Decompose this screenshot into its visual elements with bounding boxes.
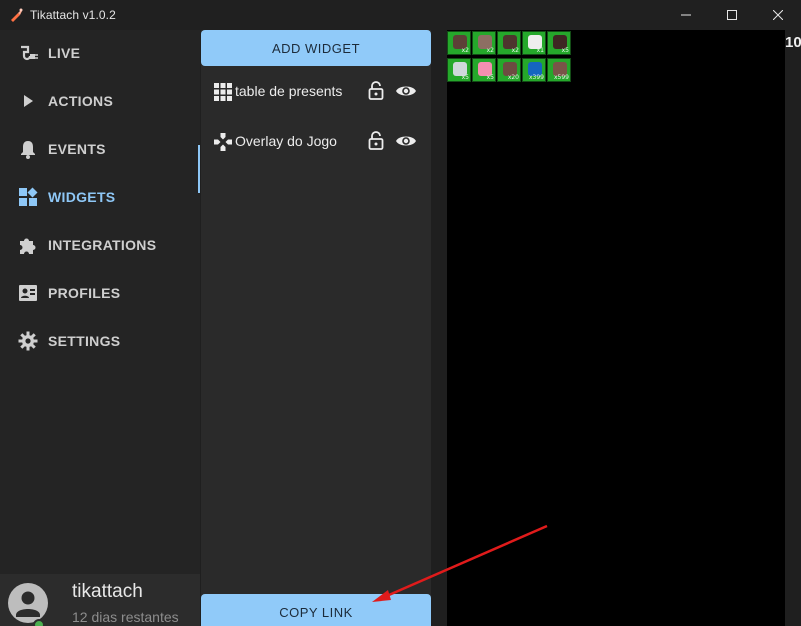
profile-subscription: 12 dias restantes xyxy=(72,609,179,625)
gift-count: x5 xyxy=(486,74,494,81)
gift-count: x5 xyxy=(461,74,469,81)
avatar[interactable] xyxy=(8,583,48,623)
gift-tile: x20 xyxy=(497,58,521,82)
preview-number: 10 xyxy=(785,34,801,51)
close-icon xyxy=(773,10,783,20)
bell-icon xyxy=(17,138,39,160)
gift-tile: x2 xyxy=(497,31,521,55)
eye-icon[interactable] xyxy=(395,82,417,100)
gift-count: x2 xyxy=(486,47,494,54)
active-nav-indicator xyxy=(198,145,200,193)
sidebar-item-events[interactable]: EVENTS xyxy=(0,127,200,171)
sidebar-item-live[interactable]: LIVE xyxy=(0,31,200,75)
gift-tile: x399 xyxy=(522,58,546,82)
sidebar-item-widgets[interactable]: WIDGETS xyxy=(0,175,200,219)
sidebar-item-label: ACTIONS xyxy=(48,93,114,109)
sidebar-item-integrations[interactable]: INTEGRATIONS xyxy=(0,223,200,267)
widget-item[interactable]: Overlay do Jogo xyxy=(201,116,431,166)
gift-count: x2 xyxy=(511,47,519,54)
gamepad-icon xyxy=(214,133,232,151)
widget-preview xyxy=(447,30,785,626)
copy-link-button[interactable]: COPY LINK xyxy=(201,594,431,626)
gift-count: x1 xyxy=(536,47,544,54)
app-window: Tikattach v1.0.2 LIVE ACTIONS EVENTS WID… xyxy=(0,0,801,626)
add-widget-button[interactable]: ADD WIDGET xyxy=(201,30,431,66)
grid-icon xyxy=(214,83,232,101)
plug-icon xyxy=(17,42,39,64)
window-title: Tikattach v1.0.2 xyxy=(30,8,116,22)
gift-count: x5 xyxy=(561,47,569,54)
sidebar-item-label: INTEGRATIONS xyxy=(48,237,157,253)
gift-tile: x2 xyxy=(447,31,471,55)
widget-label: table de presents xyxy=(235,83,343,99)
profile-name: tikattach xyxy=(72,581,143,602)
play-icon xyxy=(17,90,39,112)
gift-tile: x5 xyxy=(547,31,571,55)
gift-tile: x5 xyxy=(472,58,496,82)
maximize-button[interactable] xyxy=(709,0,755,30)
title-bar: Tikattach v1.0.2 xyxy=(0,0,801,30)
eye-icon[interactable] xyxy=(395,132,417,150)
sidebar-item-profiles[interactable]: PROFILES xyxy=(0,271,200,315)
gift-tile: x1 xyxy=(522,31,546,55)
widget-label: Overlay do Jogo xyxy=(235,133,337,149)
sidebar-item-label: LIVE xyxy=(48,45,81,61)
sidebar-item-label: EVENTS xyxy=(48,141,106,157)
minimize-icon xyxy=(681,14,691,16)
app-logo-icon xyxy=(11,8,23,22)
gift-tile: x599 xyxy=(547,58,571,82)
gift-tile: x5 xyxy=(447,58,471,82)
sidebar-item-label: SETTINGS xyxy=(48,333,121,349)
sidebar: LIVE ACTIONS EVENTS WIDGETS INTEGRATIONS xyxy=(0,30,200,626)
puzzle-icon xyxy=(17,234,39,256)
sidebar-item-settings[interactable]: SETTINGS xyxy=(0,319,200,363)
gift-count: x599 xyxy=(553,74,569,81)
widget-item[interactable]: table de presents xyxy=(201,66,431,116)
widget-panel: ADD WIDGET table de presents Overlay do … xyxy=(201,30,431,626)
unlock-icon[interactable] xyxy=(367,81,385,101)
user-profile[interactable]: tikattach 12 dias restantes xyxy=(0,574,200,626)
gift-tile: x2 xyxy=(472,31,496,55)
person-icon xyxy=(16,591,40,617)
minimize-button[interactable] xyxy=(663,0,709,30)
gift-grid: x2 x2 x2 x1 x5 x5 x5 x20 x399 x599 xyxy=(447,31,573,84)
gear-icon xyxy=(17,330,39,352)
gift-count: x399 xyxy=(528,74,544,81)
gift-count: x20 xyxy=(507,74,519,81)
close-button[interactable] xyxy=(755,0,801,30)
widgets-icon xyxy=(17,186,39,208)
sidebar-item-label: PROFILES xyxy=(48,285,121,301)
unlock-icon[interactable] xyxy=(367,131,385,151)
online-status-indicator xyxy=(33,619,45,626)
sidebar-item-actions[interactable]: ACTIONS xyxy=(0,79,200,123)
preview-side-strip xyxy=(785,30,801,626)
sidebar-item-label: WIDGETS xyxy=(48,189,116,205)
profile-card-icon xyxy=(17,282,39,304)
maximize-icon xyxy=(727,10,737,20)
gift-count: x2 xyxy=(461,47,469,54)
